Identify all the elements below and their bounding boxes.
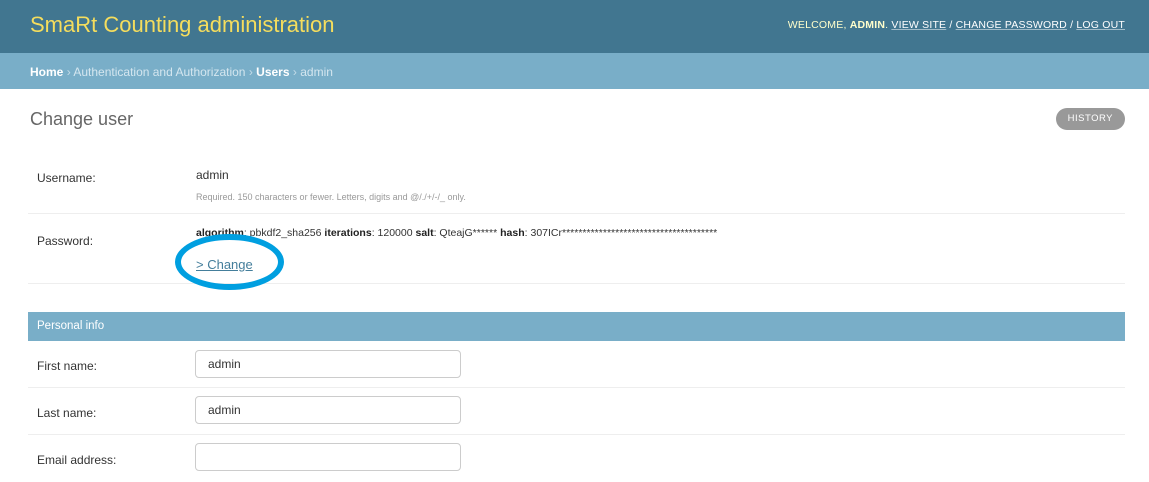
breadcrumb-users[interactable]: Users bbox=[256, 65, 289, 79]
algorithm-label: algorithm bbox=[196, 227, 244, 239]
password-label: Password: bbox=[37, 234, 94, 248]
page-title: Change user bbox=[30, 109, 134, 129]
log-out-link[interactable]: LOG OUT bbox=[1076, 19, 1125, 31]
iterations-label: iterations bbox=[324, 227, 372, 239]
user-tools: WELCOME, ADMIN. VIEW SITE / CHANGE PASSW… bbox=[787, 19, 1125, 31]
history-button[interactable]: HISTORY bbox=[1055, 108, 1125, 130]
password-hash-summary: algorithm: pbkdf2_sha256 iterations: 120… bbox=[196, 227, 717, 239]
site-title[interactable]: SmaRt Counting administration bbox=[30, 12, 334, 38]
salt-value: : QteajG****** bbox=[433, 227, 501, 239]
breadcrumb-separator: › bbox=[292, 65, 297, 79]
username-label: Username: bbox=[37, 171, 96, 185]
algorithm-value: : pbkdf2_sha256 bbox=[243, 227, 325, 239]
personal-info-header: Personal info bbox=[28, 312, 1125, 341]
current-username: ADMIN bbox=[849, 19, 886, 31]
username-help: Required. 150 characters or fewer. Lette… bbox=[196, 192, 466, 202]
salt-label: salt bbox=[415, 227, 434, 239]
username-value: admin bbox=[196, 168, 229, 182]
separator: / bbox=[1070, 19, 1074, 31]
last-name-input[interactable] bbox=[195, 396, 461, 424]
personal-info-title: Personal info bbox=[37, 320, 105, 332]
last-name-label: Last name: bbox=[37, 406, 97, 420]
password-row: Password: algorithm: pbkdf2_sha256 itera… bbox=[28, 214, 1125, 290]
separator: / bbox=[949, 19, 953, 31]
last-name-row: Last name: bbox=[28, 388, 1125, 435]
iterations-value: : 120000 bbox=[371, 227, 416, 239]
email-row: Email address: bbox=[28, 435, 1125, 481]
change-password-link[interactable]: CHANGE PASSWORD bbox=[956, 19, 1067, 31]
welcome-text: WELCOME, bbox=[787, 19, 847, 31]
site-header: SmaRt Counting administration WELCOME, A… bbox=[0, 0, 1149, 53]
first-name-input[interactable] bbox=[195, 350, 461, 378]
change-password-form-link[interactable]: > Change bbox=[196, 257, 253, 272]
first-name-label: First name: bbox=[37, 359, 98, 373]
hash-label: hash bbox=[500, 227, 525, 239]
first-name-row: First name: bbox=[28, 342, 1125, 388]
hash-value: : 307ICr********************************… bbox=[524, 227, 718, 239]
username-row: Username: admin Required. 150 characters… bbox=[28, 151, 1125, 214]
view-site-link[interactable]: VIEW SITE bbox=[891, 19, 946, 31]
breadcrumb: Home › Authentication and Authorization … bbox=[0, 53, 1149, 89]
email-label: Email address: bbox=[37, 453, 117, 467]
breadcrumb-separator: › bbox=[248, 65, 253, 79]
breadcrumb-current: admin bbox=[300, 65, 333, 79]
email-input[interactable] bbox=[195, 443, 461, 471]
breadcrumb-separator: › bbox=[66, 65, 71, 79]
breadcrumb-home[interactable]: Home bbox=[30, 65, 63, 79]
breadcrumb-auth[interactable]: Authentication and Authorization bbox=[73, 65, 245, 79]
